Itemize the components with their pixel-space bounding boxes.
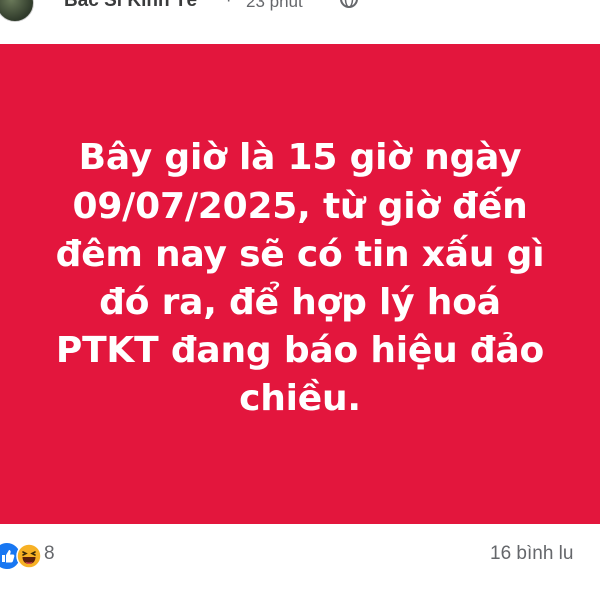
globe-icon[interactable]	[338, 0, 360, 10]
author-avatar[interactable]	[0, 0, 34, 22]
haha-icon	[16, 543, 42, 569]
post-header: Bác Sĩ Kinh Tế · 23 phút	[0, 0, 600, 22]
status-line: đó ra, để hợp lý hoá	[99, 282, 501, 323]
status-text: Bây giờ là 15 giờ ngày 09/07/2025, từ gi…	[20, 134, 580, 423]
reaction-count[interactable]: 8	[44, 543, 55, 565]
post-footer: 8 16 bình lu	[0, 530, 600, 582]
post-time[interactable]: 23 phút	[246, 0, 303, 12]
status-line: đêm nay sẽ có tin xấu gì	[55, 233, 545, 275]
facebook-post: Bác Sĩ Kinh Tế · 23 phút Bây giờ là 15 g…	[0, 0, 600, 600]
author-name[interactable]: Bác Sĩ Kinh Tế	[64, 0, 197, 12]
separator-dot: ·	[226, 0, 232, 9]
status-line: chiều.	[239, 378, 361, 420]
status-line: PTKT đang báo hiệu đảo	[55, 330, 545, 372]
reaction-summary[interactable]	[0, 541, 42, 571]
status-card: Bây giờ là 15 giờ ngày 09/07/2025, từ gi…	[0, 44, 600, 524]
comment-count[interactable]: 16 bình lu	[490, 543, 573, 565]
status-line: 09/07/2025, từ giờ đến	[72, 185, 528, 227]
status-line: Bây giờ là 15 giờ ngày	[78, 137, 522, 179]
